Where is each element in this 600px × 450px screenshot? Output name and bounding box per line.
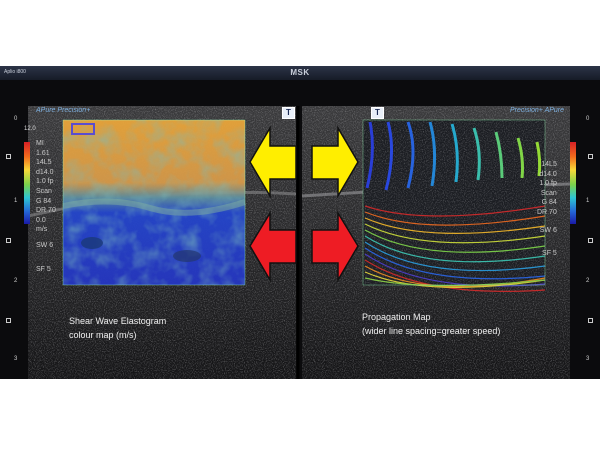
depth-label-1-left: 1 [14, 198, 18, 204]
depth-tick [6, 238, 11, 243]
depth-tick [6, 318, 11, 323]
color-scale-right [570, 142, 576, 224]
depth-tick [6, 154, 11, 159]
color-scale-left [24, 142, 30, 224]
scale-max-label: 12.0 [24, 126, 36, 132]
caption-left: Shear Wave Elastogram colour map (m/s) [69, 314, 166, 342]
swe-roi-left [62, 119, 246, 286]
params-right: 14L5 d14.0 1.0 fp Scan G 84 DR 70 SW 6 SF 5 [537, 161, 557, 258]
depth-label-1-right: 1 [586, 198, 590, 204]
depth-label-3-right: 3 [586, 356, 590, 362]
caption-right-line2: (wider line spacing=greater speed) [362, 326, 501, 336]
depth-tick [588, 318, 593, 323]
depth-label-3-left: 3 [14, 356, 18, 362]
depth-tick [588, 238, 593, 243]
caption-right: Propagation Map (wider line spacing=grea… [362, 310, 500, 338]
depth-label-0-left: 0 [14, 116, 18, 122]
caption-right-line1: Propagation Map [362, 312, 431, 322]
brand-label-left: APure Precision+ [36, 107, 91, 114]
depth-label-0-right: 0 [586, 116, 590, 122]
depth-label-2-right: 2 [586, 278, 590, 284]
params-left: MI 1.61 14L5 d14.0 1.0 fp Scan G 84 DR 70 0.… [36, 140, 56, 273]
t-marker-left[interactable]: T [282, 107, 295, 119]
propagation-roi-right [362, 119, 546, 292]
depth-tick [588, 154, 593, 159]
caption-left-line1: Shear Wave Elastogram [69, 316, 167, 326]
depth-label-2-left: 2 [14, 278, 18, 284]
ultrasound-screen: Aplio i800 MSK APure Precision+ T 12.0 M… [0, 66, 600, 379]
t-marker-right[interactable]: T [371, 107, 384, 119]
brand-label-right: Precision+ APure [510, 107, 565, 114]
caption-left-line2: colour map (m/s) [69, 330, 137, 340]
